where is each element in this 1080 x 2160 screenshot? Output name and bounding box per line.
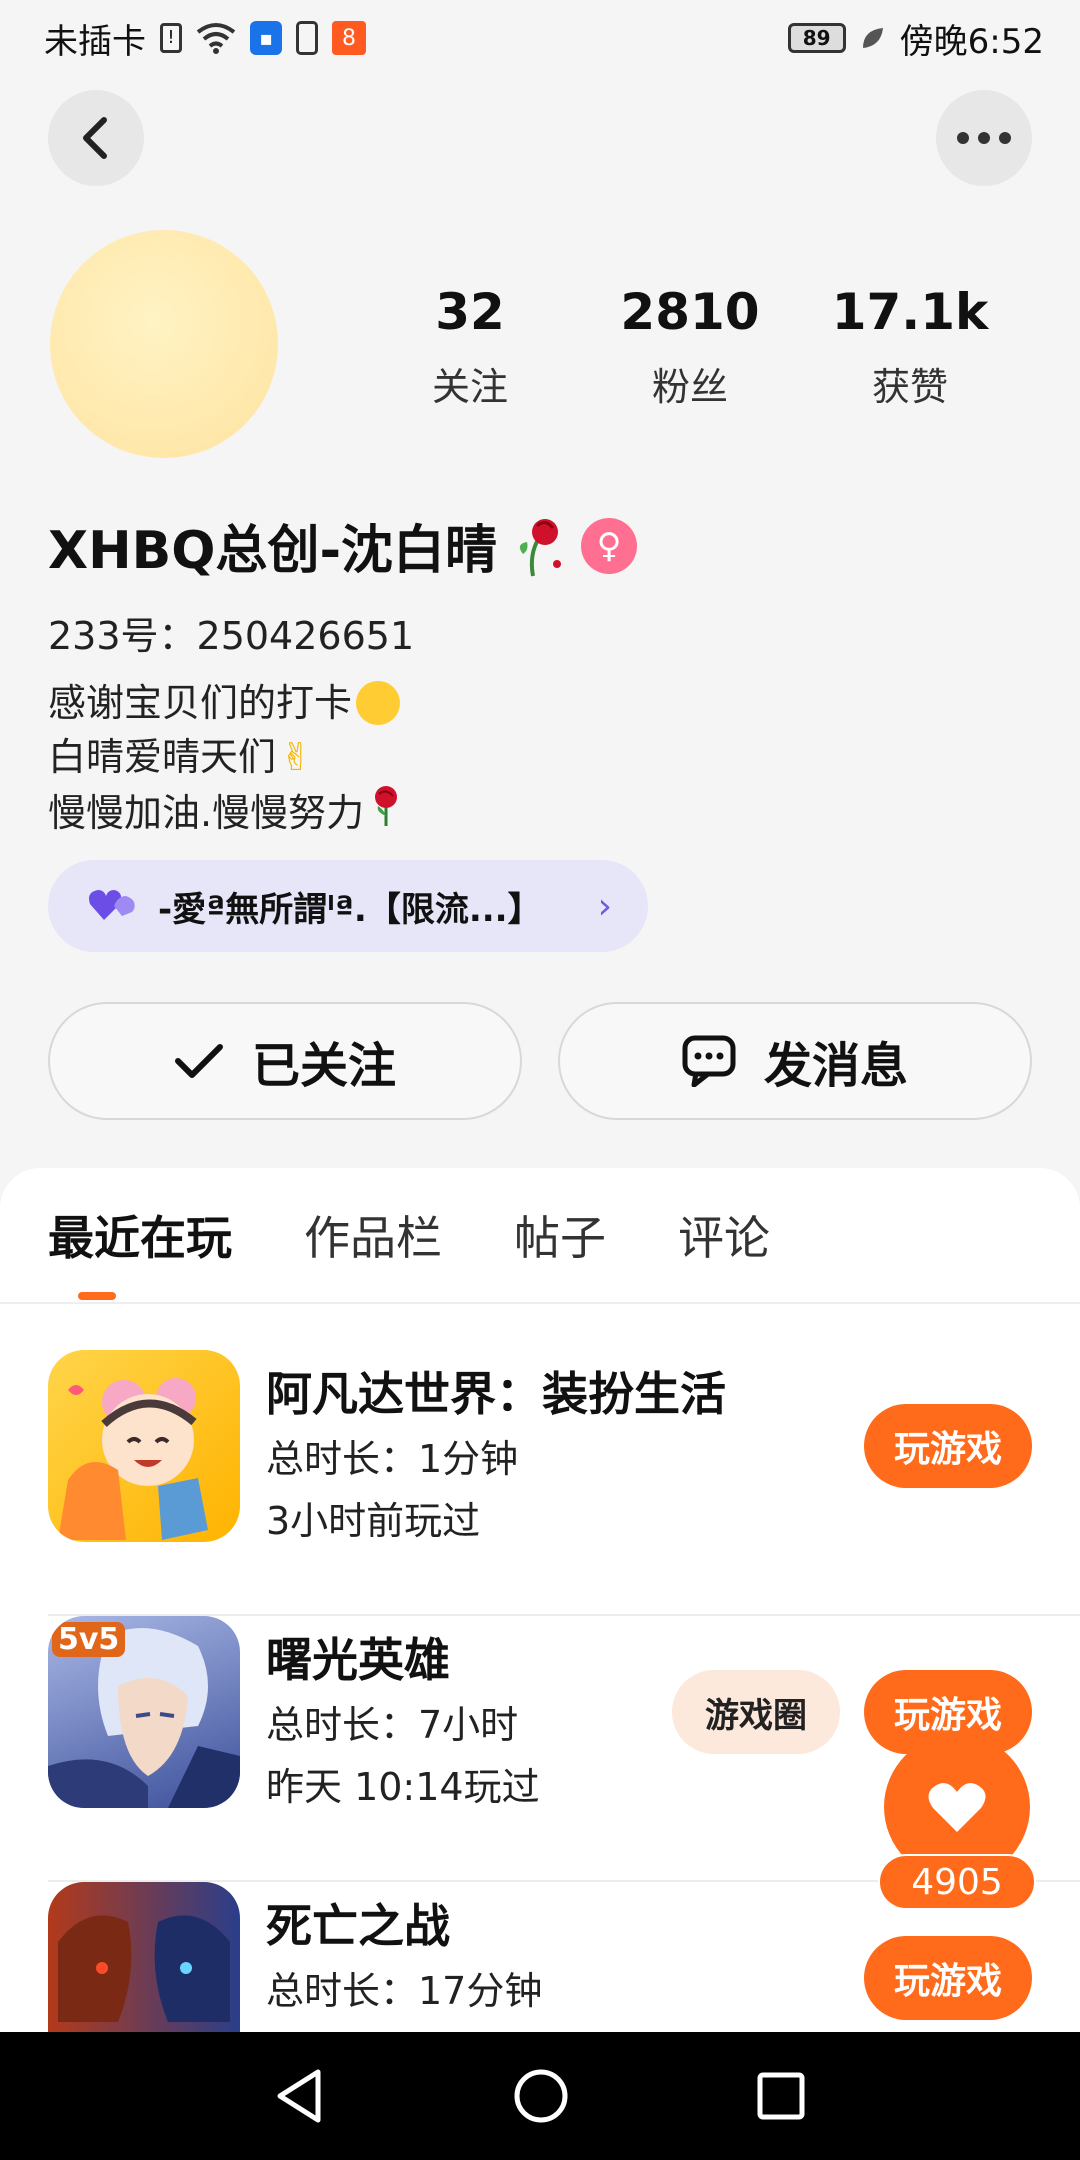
avatar[interactable]	[50, 230, 278, 458]
battery-level: 89	[802, 26, 831, 50]
play-game-button[interactable]: 玩游戏	[864, 1404, 1032, 1488]
tab-bar: 最近在玩 作品栏 帖子 评论	[48, 1202, 770, 1268]
game-playtime: 总时长：17分钟	[266, 1969, 543, 2013]
nav-back-icon[interactable]	[274, 2068, 326, 2124]
status-left: 未插卡 ! ▪ 8	[44, 14, 366, 63]
status-bar: 未插卡 ! ▪ 8 89 傍晚6:52	[0, 0, 1080, 76]
stat-fans[interactable]: 2810 粉丝	[580, 285, 800, 411]
bio-line: 慢慢加油.慢慢努力	[48, 784, 404, 842]
stat-following[interactable]: 32 关注	[360, 285, 580, 411]
message-label: 发消息	[763, 1038, 908, 1094]
tab-recent-play[interactable]: 最近在玩	[48, 1202, 232, 1268]
victory-hand-icon: ✌	[280, 735, 312, 779]
system-nav-bar	[0, 2032, 1080, 2160]
leaf-icon	[860, 25, 886, 51]
game-title: 曙光英雄	[266, 1633, 450, 1687]
chat-bubble-icon	[682, 1035, 736, 1087]
more-dots-icon	[957, 132, 1011, 144]
game-icon-death-war[interactable]	[48, 1882, 240, 2032]
wilted-rose-icon	[511, 514, 567, 578]
battery-icon: 89	[787, 23, 846, 53]
bio-line: 感谢宝贝们的打卡	[48, 676, 404, 730]
check-icon	[174, 1044, 223, 1078]
status-right: 89 傍晚6:52	[787, 14, 1044, 63]
tab-comments[interactable]: 评论	[678, 1202, 770, 1268]
game-playtime: 总时长：7小时	[266, 1703, 519, 1747]
game-playtime: 总时长：1分钟	[266, 1437, 519, 1481]
female-gender-icon: ♀	[581, 517, 638, 574]
stat-likes[interactable]: 17.1k 获赞	[800, 285, 1020, 411]
stat-label: 粉丝	[651, 365, 728, 409]
stat-label: 获赞	[871, 365, 948, 409]
game-icon-dawn-heroes[interactable]: 5v5	[48, 1616, 240, 1808]
back-button[interactable]	[48, 90, 144, 186]
more-button[interactable]	[936, 90, 1032, 186]
laughing-emoji-icon	[356, 681, 401, 725]
tabs-divider	[0, 1302, 1080, 1304]
game-badge: 5v5	[52, 1622, 126, 1657]
bio-text: 感谢宝贝们的打卡	[48, 681, 353, 725]
game-row[interactable]: 阿凡达世界：装扮生活 总时长：1分钟 3小时前玩过 玩游戏	[48, 1350, 1080, 1616]
nav-home-icon[interactable]	[513, 2068, 569, 2124]
bio-text: 慢慢加油.慢慢努力	[48, 791, 365, 835]
phone-icon	[296, 21, 318, 55]
bio-line: 白晴爱晴天们 ✌	[48, 730, 404, 784]
rose-icon	[368, 784, 404, 842]
app-notification-icon: 8	[332, 21, 366, 55]
play-game-button[interactable]: 玩游戏	[864, 1936, 1032, 2020]
game-circle-button[interactable]: 游戏圈	[672, 1670, 840, 1754]
stat-value: 2810	[620, 283, 760, 341]
group-chip-label: -愛ª無所謂ˡª.【限流...】	[158, 889, 542, 930]
bio: 感谢宝贝们的打卡 白晴爱晴天们 ✌ 慢慢加油.慢慢努力	[48, 676, 404, 842]
tab-works[interactable]: 作品栏	[304, 1202, 442, 1268]
following-button[interactable]: 已关注	[48, 1002, 522, 1120]
tab-posts[interactable]: 帖子	[514, 1202, 606, 1268]
username-row: XHBQ总创-沈白晴 ♀	[48, 508, 638, 583]
active-tab-indicator	[78, 1292, 116, 1300]
clock: 傍晚6:52	[899, 21, 1044, 62]
username: XHBQ总创-沈白晴	[48, 521, 498, 581]
game-icon-avatar-world[interactable]	[48, 1350, 240, 1542]
chevron-left-icon	[83, 117, 107, 159]
bio-text: 白晴爱晴天们	[48, 735, 277, 779]
stat-value: 32	[435, 283, 505, 341]
profile-stats: 32 关注 2810 粉丝 17.1k 获赞	[360, 285, 1020, 411]
hearts-icon	[88, 886, 140, 926]
nav-recents-icon[interactable]	[756, 2071, 806, 2121]
user-id: 233号：250426651	[48, 614, 415, 658]
game-title: 阿凡达世界：装扮生活	[266, 1367, 726, 1421]
wifi-icon	[196, 22, 236, 54]
game-last-played: 3小时前玩过	[266, 1499, 481, 1543]
message-button[interactable]: 发消息	[558, 1002, 1032, 1120]
following-label: 已关注	[251, 1038, 396, 1094]
stat-value: 17.1k	[831, 283, 989, 341]
sim-icon: !	[160, 23, 182, 53]
heart-icon	[928, 1783, 986, 1832]
stat-label: 关注	[431, 365, 508, 409]
like-count: 4905	[878, 1854, 1036, 1910]
game-title: 死亡之战	[266, 1899, 450, 1953]
carrier-text: 未插卡	[44, 21, 146, 62]
shield-icon: ▪	[250, 21, 282, 55]
game-last-played: 昨天 10:14玩过	[266, 1765, 540, 1809]
chevron-right-icon: ›	[597, 885, 612, 927]
group-chip[interactable]: -愛ª無所謂ˡª.【限流...】 ›	[48, 860, 648, 952]
